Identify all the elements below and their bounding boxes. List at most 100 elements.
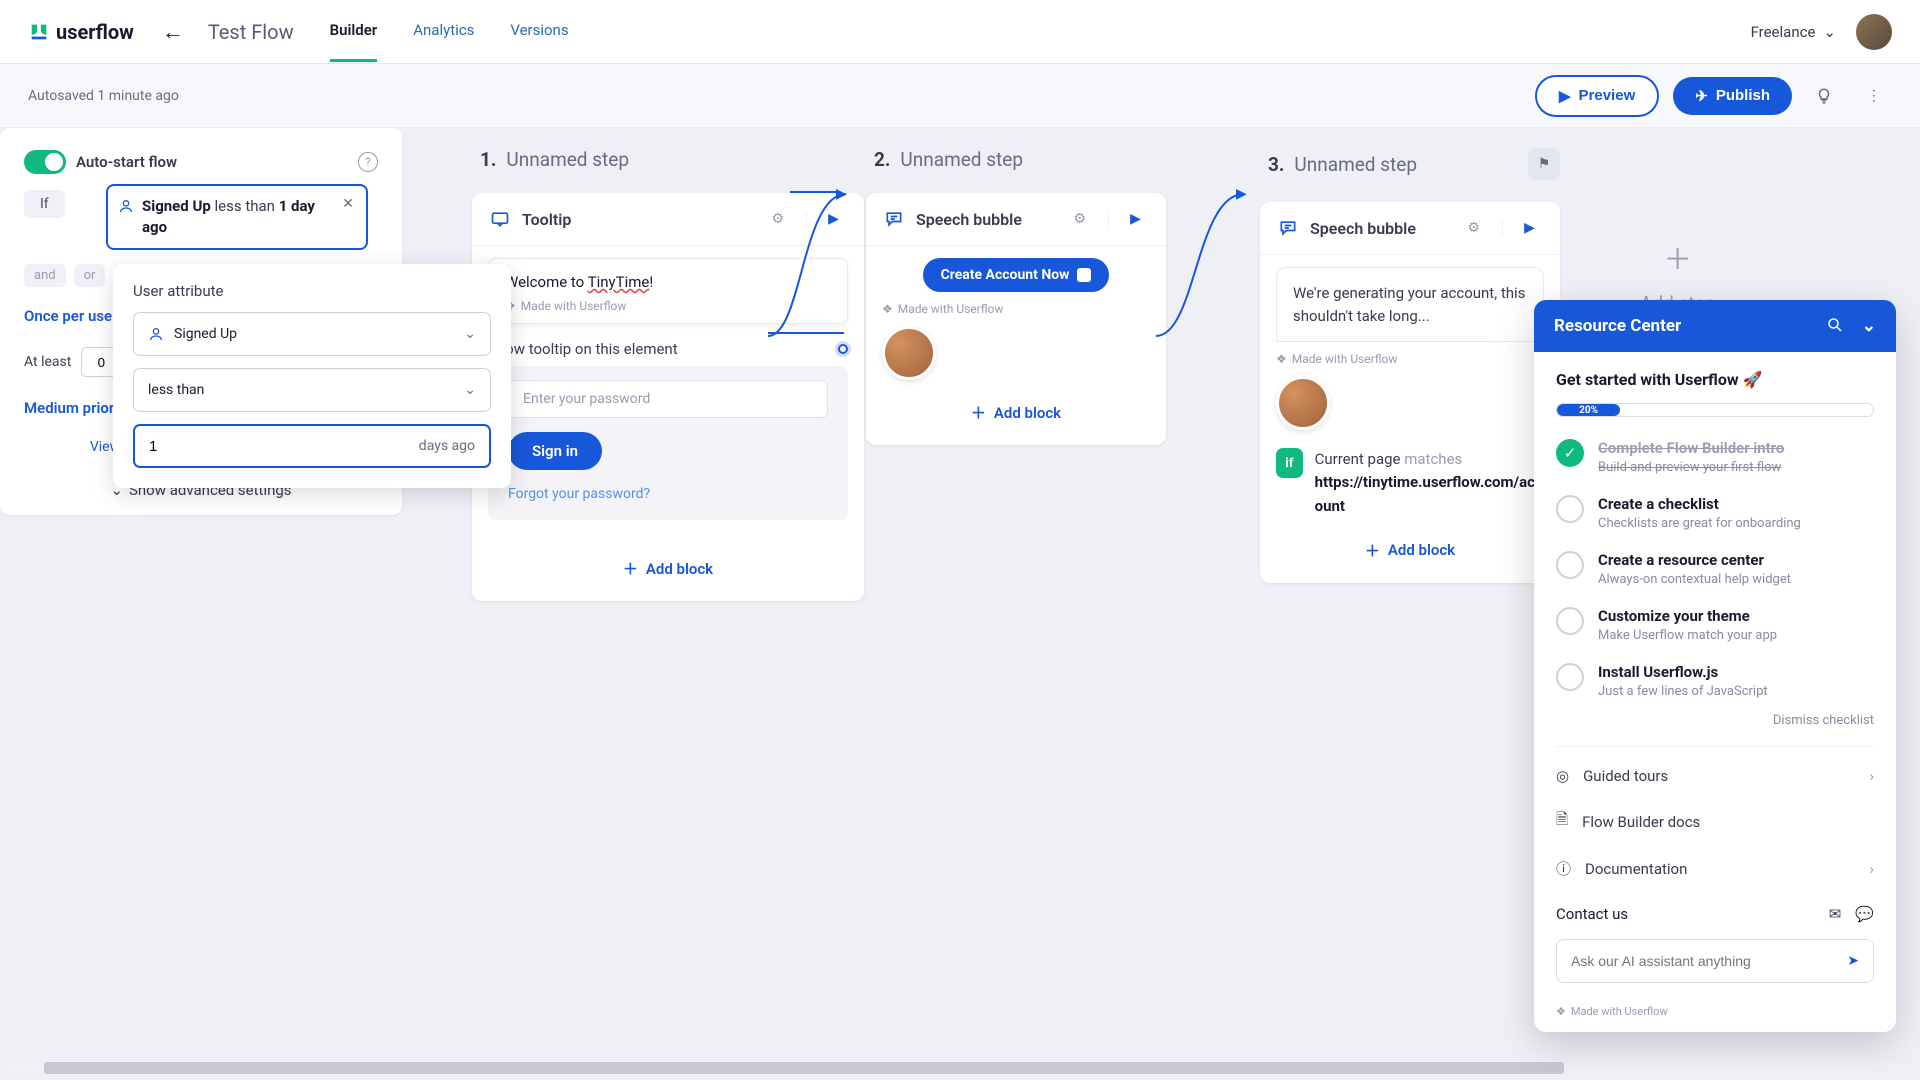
check-done-icon: ✓ <box>1556 439 1584 467</box>
help-icon[interactable]: ? <box>358 152 378 172</box>
tab-builder[interactable]: Builder <box>330 1 378 62</box>
nav-tabs: Builder Analytics Versions <box>330 1 569 62</box>
add-block-button[interactable]: ＋Add block <box>1260 518 1560 583</box>
play-step-icon[interactable]: ▶ <box>1502 220 1542 236</box>
once-per-user-link[interactable]: Once per user <box>24 307 118 325</box>
step-number: 3. <box>1268 153 1284 176</box>
chevron-right-icon: › <box>1869 767 1874 785</box>
condition-text: Signed Up less than 1 day ago <box>142 196 334 238</box>
chat-icon[interactable]: 💬 <box>1855 905 1874 923</box>
hint-icon[interactable] <box>1806 78 1842 114</box>
speech-bubble-icon <box>884 209 904 229</box>
at-least-label: At least <box>24 354 71 370</box>
compass-icon: ◎ <box>1556 767 1569 785</box>
goal-flag-icon[interactable]: ⚑ <box>1528 148 1560 180</box>
checklist-item-title: Customize your theme <box>1598 607 1777 625</box>
popover-label: User attribute <box>133 282 491 300</box>
checklist-heading: Get started with Userflow 🚀 <box>1556 370 1874 389</box>
app-header: userflow ← Test Flow Builder Analytics V… <box>0 0 1920 64</box>
play-icon: ▶ <box>1559 87 1571 105</box>
checklist-item[interactable]: Install Userflow.jsJust a few lines of J… <box>1556 663 1874 699</box>
add-block-button[interactable]: ＋Add block <box>866 380 1166 445</box>
step-name[interactable]: Unnamed step <box>900 148 1023 171</box>
brand-text: userflow <box>56 20 134 44</box>
checklist-item[interactable]: Customize your themeMake Userflow match … <box>1556 607 1874 643</box>
checklist-item-subtitle: Build and preview your first flow <box>1598 460 1784 475</box>
speech-text-preview[interactable]: We're generating your account, this shou… <box>1276 267 1544 342</box>
plus-icon: ＋ <box>623 558 638 579</box>
element-preview: Enter your password Sign in Forgot your … <box>488 366 848 520</box>
persona-avatar[interactable] <box>882 326 936 380</box>
publish-button[interactable]: ✈ Publish <box>1673 77 1792 115</box>
guided-tours-link[interactable]: ◎Guided tours› <box>1556 755 1874 797</box>
value-input-wrap: days ago <box>133 424 491 468</box>
cta-button[interactable]: Create Account Now <box>923 258 1110 292</box>
preview-button[interactable]: ▶ Preview <box>1535 75 1659 117</box>
gear-icon[interactable]: ⚙ <box>1073 211 1086 227</box>
flow-title[interactable]: Test Flow <box>208 20 294 44</box>
documentation-link[interactable]: ⓘDocumentation› <box>1556 846 1874 891</box>
attribute-select[interactable]: Signed Up ⌄ <box>133 312 491 356</box>
document-icon: 🗎 <box>1556 809 1568 834</box>
plus-icon: ＋ <box>1365 540 1380 561</box>
publish-label: Publish <box>1716 87 1770 104</box>
checklist-item[interactable]: ✓Complete Flow Builder introBuild and pr… <box>1556 439 1874 475</box>
tooltip-icon <box>490 209 510 229</box>
anchor-handle-icon <box>1077 268 1091 282</box>
preview-label: Preview <box>1579 87 1636 104</box>
user-avatar[interactable] <box>1856 14 1892 50</box>
checklist-item-title: Create a checklist <box>1598 495 1801 513</box>
step-type-label: Speech bubble <box>916 210 1022 229</box>
check-todo-icon <box>1556 607 1584 635</box>
or-pill[interactable]: or <box>74 264 106 287</box>
back-arrow-icon[interactable]: ← <box>162 19 184 45</box>
search-icon[interactable] <box>1826 316 1844 336</box>
ai-search-box[interactable]: ➤ <box>1556 939 1874 983</box>
condition-chip[interactable]: Signed Up less than 1 day ago ✕ <box>106 184 368 250</box>
check-todo-icon <box>1556 551 1584 579</box>
operator-value: less than <box>148 382 204 398</box>
play-step-icon[interactable]: ▶ <box>1108 211 1148 227</box>
mail-icon[interactable]: ✉ <box>1829 905 1842 923</box>
userflow-logo-icon <box>28 21 50 43</box>
collapse-icon[interactable]: ⌄ <box>1862 316 1876 336</box>
attribute-editor-popover: User attribute Signed Up ⌄ less than ⌄ d… <box>113 264 511 488</box>
condition-block[interactable]: if Current page matches https://tinytime… <box>1276 448 1544 518</box>
add-block-button[interactable]: ＋Add block <box>472 536 864 601</box>
step-name[interactable]: Unnamed step <box>506 148 629 171</box>
speech-bubble-icon <box>1278 218 1298 238</box>
checklist-item[interactable]: Create a resource centerAlways-on contex… <box>1556 551 1874 587</box>
flow-builder-docs-link[interactable]: 🗎Flow Builder docs <box>1556 797 1874 846</box>
dismiss-checklist-link[interactable]: Dismiss checklist <box>1556 713 1874 728</box>
value-input[interactable] <box>149 438 419 455</box>
operator-select[interactable]: less than ⌄ <box>133 368 491 412</box>
subheader: Autosaved 1 minute ago ▶ Preview ✈ Publi… <box>0 64 1920 128</box>
workspace-selector[interactable]: Freelance ⌄ <box>1751 23 1836 41</box>
checklist-item-subtitle: Always-on contextual help widget <box>1598 572 1791 587</box>
plus-icon: ＋ <box>971 402 986 423</box>
chevron-right-icon: › <box>1869 860 1874 878</box>
autostart-toggle[interactable] <box>24 150 66 174</box>
checklist-item-subtitle: Just a few lines of JavaScript <box>1598 684 1768 699</box>
ai-search-input[interactable] <box>1571 953 1847 969</box>
horizontal-scrollbar[interactable] <box>8 1060 1896 1076</box>
brand-logo: userflow <box>28 20 134 44</box>
gear-icon[interactable]: ⚙ <box>1467 220 1480 236</box>
builder-canvas[interactable]: ▶ ▶ Auto-start flow ? If Signed Up less … <box>0 128 1920 1080</box>
chevron-down-icon: ⌄ <box>464 382 476 398</box>
step-name[interactable]: Unnamed step <box>1294 153 1417 176</box>
send-icon[interactable]: ➤ <box>1847 953 1859 969</box>
mock-password-input: Enter your password <box>508 380 828 418</box>
check-todo-icon <box>1556 663 1584 691</box>
remove-condition-icon[interactable]: ✕ <box>342 196 354 212</box>
if-pill[interactable]: If <box>24 190 65 218</box>
tab-versions[interactable]: Versions <box>510 1 568 62</box>
checklist-item[interactable]: Create a checklistChecklists are great f… <box>1556 495 1874 531</box>
chevron-down-icon: ⌄ <box>1823 23 1836 41</box>
and-pill[interactable]: and <box>24 264 66 287</box>
resource-center-title: Resource Center <box>1554 316 1681 336</box>
contact-us-label: Contact us <box>1556 905 1628 923</box>
tab-analytics[interactable]: Analytics <box>413 1 474 62</box>
more-menu-icon[interactable]: ⋮ <box>1856 78 1892 114</box>
persona-avatar[interactable] <box>1276 376 1330 430</box>
